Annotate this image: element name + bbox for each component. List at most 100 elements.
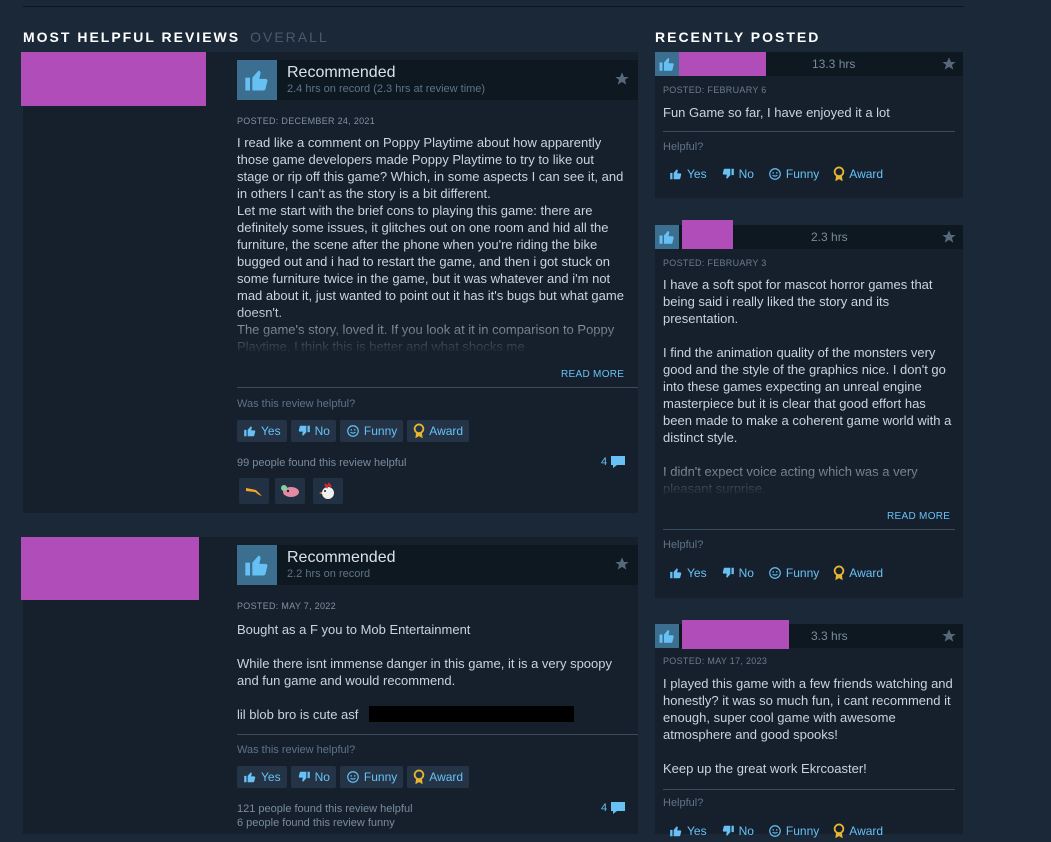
redacted-author <box>682 620 789 649</box>
speech-bubble-icon <box>611 456 626 468</box>
divider <box>237 387 638 388</box>
award-button[interactable]: Award <box>827 562 889 584</box>
helpful-question: Helpful? <box>663 539 704 551</box>
thumbs-up-icon <box>670 169 682 180</box>
thumbs-up-icon <box>670 826 682 837</box>
recent-review-card: 13.3 hrs POSTED: FEBRUARY 6 Fun Game so … <box>655 52 963 198</box>
funny-label: Funny <box>785 167 820 181</box>
comment-count[interactable]: 4 <box>601 455 626 469</box>
star-icon[interactable] <box>614 556 630 577</box>
overall-filter[interactable]: OVERALL <box>250 29 329 45</box>
divider <box>663 789 955 790</box>
award-button[interactable]: Award <box>827 820 889 842</box>
vote-buttons: Yes No Funny Award <box>663 562 889 584</box>
award-button[interactable]: Award <box>407 420 470 442</box>
yes-button[interactable]: Yes <box>237 420 287 442</box>
posted-date: POSTED: MAY 7, 2022 <box>237 601 336 611</box>
no-button[interactable]: No <box>715 562 760 584</box>
review-header: Recommended 2.4 hrs on record (2.3 hrs a… <box>237 60 638 100</box>
hours-on-record: 13.3 hrs <box>812 57 856 71</box>
thumbs-up-icon <box>237 545 277 585</box>
no-button[interactable]: No <box>290 766 336 788</box>
review-body: Fun Game so far, I have enjoyed it a lot <box>663 105 890 120</box>
star-icon[interactable] <box>941 229 957 250</box>
read-more-link[interactable]: READ MORE <box>887 511 950 522</box>
speech-bubble-icon <box>611 802 626 814</box>
review-body: I played this game with a few friends wa… <box>663 676 953 776</box>
redacted-author <box>682 220 733 249</box>
review-body: I have a soft spot for mascot horror gam… <box>663 277 952 496</box>
funny-button[interactable]: Funny <box>762 562 825 584</box>
recently-posted-title: RECENTLY POSTED <box>655 29 821 45</box>
thumbs-up-icon <box>244 772 256 783</box>
helpful-question: Helpful? <box>663 141 704 153</box>
no-button[interactable]: No <box>290 420 336 442</box>
star-icon[interactable] <box>941 56 957 77</box>
posted-date: POSTED: MAY 17, 2023 <box>663 656 768 666</box>
yes-button[interactable]: Yes <box>663 163 713 185</box>
star-icon[interactable] <box>941 628 957 649</box>
funny-button[interactable]: Funny <box>339 766 404 788</box>
thumbs-up-icon <box>655 52 679 76</box>
posted-date: POSTED: DECEMBER 24, 2021 <box>237 116 376 126</box>
thumbs-up-icon <box>670 568 682 579</box>
funny-button[interactable]: Funny <box>762 820 825 842</box>
thumbs-up-icon <box>244 426 256 437</box>
thumbs-up-icon <box>655 624 679 648</box>
yes-button[interactable]: Yes <box>663 562 713 584</box>
yes-button[interactable]: Yes <box>237 766 287 788</box>
redacted-author <box>21 537 199 600</box>
divider <box>663 529 955 530</box>
funny-label: Funny <box>363 424 398 438</box>
funny-label: Funny <box>363 770 398 784</box>
yes-label: Yes <box>687 167 707 181</box>
funny-label: Funny <box>785 566 820 580</box>
helpful-count: 99 people found this review helpful <box>237 457 407 469</box>
funny-button[interactable]: Funny <box>339 420 404 442</box>
award-medal-icon <box>834 823 845 839</box>
award-button[interactable]: Award <box>407 766 470 788</box>
thumbs-up-icon <box>655 225 679 249</box>
no-button[interactable]: No <box>715 163 760 185</box>
top-divider <box>23 6 964 7</box>
no-label: No <box>314 424 330 438</box>
comment-count-value: 4 <box>601 456 608 468</box>
redacted-author <box>21 52 206 106</box>
helpful-question: Helpful? <box>663 797 704 809</box>
thumbs-up-icon <box>237 60 277 100</box>
recent-review-card: 3.3 hrs POSTED: MAY 17, 2023 I played th… <box>655 620 963 839</box>
yes-button[interactable]: Yes <box>663 820 713 842</box>
yes-label: Yes <box>687 824 707 838</box>
no-label: No <box>738 824 754 838</box>
funny-button[interactable]: Funny <box>762 163 825 185</box>
yes-label: Yes <box>261 424 281 438</box>
no-button[interactable]: No <box>715 820 760 842</box>
award-label: Award <box>849 566 884 580</box>
redacted-text <box>369 706 574 722</box>
chicken-icon[interactable] <box>313 478 343 504</box>
read-more-link[interactable]: READ MORE <box>561 369 624 380</box>
recent-review-header: 13.3 hrs <box>655 52 963 76</box>
review-card: Recommended 2.4 hrs on record (2.3 hrs a… <box>21 52 638 513</box>
vote-buttons: Yes No Funny Award <box>237 766 470 788</box>
helpful-question: Was this review helpful? <box>237 744 356 756</box>
thumbs-down-icon <box>722 567 734 578</box>
smiley-icon <box>347 771 359 783</box>
pink-blob-icon[interactable] <box>275 478 305 504</box>
orange-boomerang-icon[interactable] <box>239 478 269 504</box>
comment-count[interactable]: 4 <box>601 801 626 815</box>
award-label: Award <box>849 167 884 181</box>
recent-review-card: 2.3 hrs POSTED: FEBRUARY 3 I have a soft… <box>655 220 963 598</box>
smiley-icon <box>769 825 781 837</box>
redacted-author <box>679 52 766 76</box>
vote-buttons: Yes No Funny Award <box>663 820 889 842</box>
star-icon[interactable] <box>614 71 630 92</box>
review-header: Recommended 2.2 hrs on record <box>237 545 638 585</box>
award-label: Award <box>429 424 464 438</box>
award-button[interactable]: Award <box>827 163 889 185</box>
smiley-icon <box>769 567 781 579</box>
award-medal-icon <box>834 166 845 182</box>
no-label: No <box>738 566 754 580</box>
award-label: Award <box>849 824 884 838</box>
review-card: Recommended 2.2 hrs on record POSTED: MA… <box>21 537 638 834</box>
